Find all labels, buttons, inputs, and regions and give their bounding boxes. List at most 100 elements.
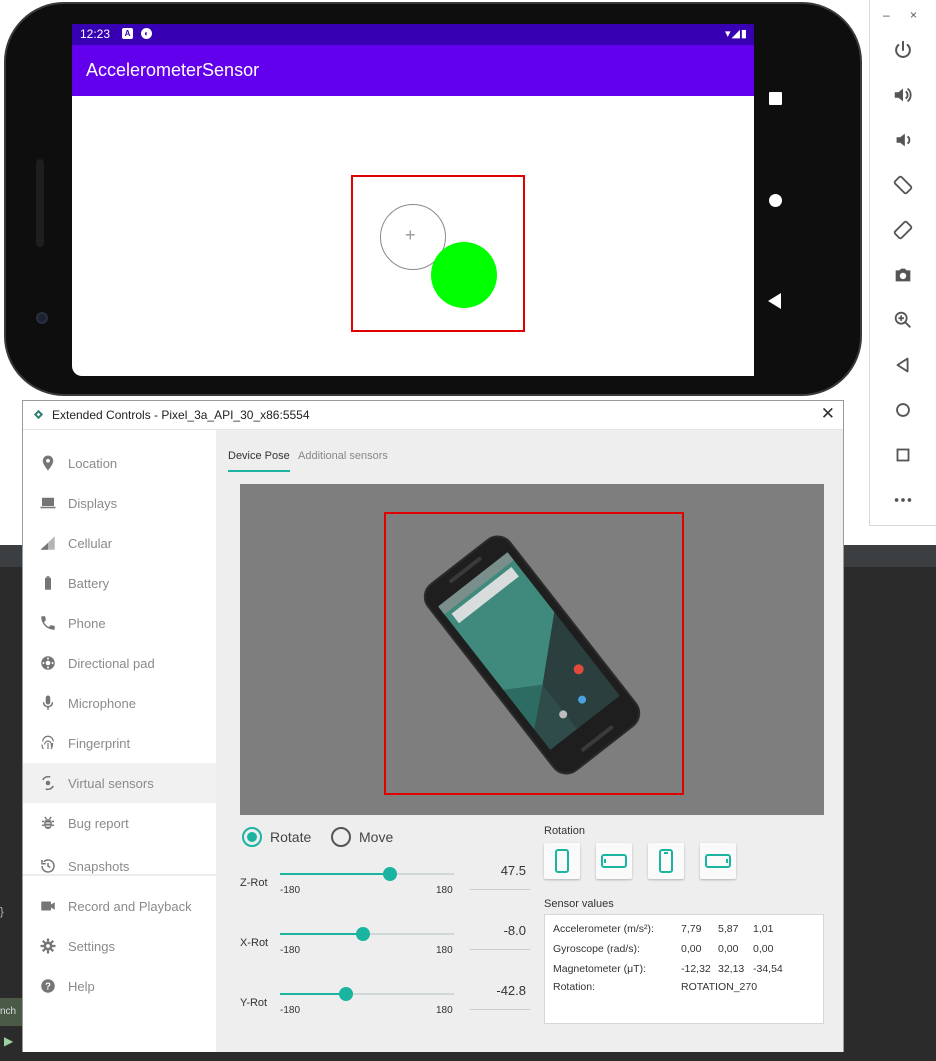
x-rot-slider-row: X-Rot -180 180 -8.0 [216,923,536,973]
x-rot-slider[interactable] [280,927,454,941]
help-icon: ? [38,976,58,996]
sensor-value: -34,54 [753,963,783,975]
app-title: AccelerometerSensor [86,60,260,80]
y-rot-value[interactable]: -42.8 [470,983,526,998]
zoom-icon[interactable] [888,305,918,335]
rotate-reverse-landscape-button[interactable] [700,843,736,879]
notification-icon: ◐ [141,28,152,39]
sidebar-item-label: Location [68,455,118,471]
tab-additional-sensors[interactable]: Additional sensors [298,450,388,462]
video-camera-icon [38,896,58,916]
window-title-bar: Extended Controls - Pixel_3a_API_30_x86:… [23,401,843,430]
overview-nav-button[interactable] [769,92,782,105]
sidebar-item-fingerprint[interactable]: Fingerprint [23,723,216,763]
sidebar-item-battery[interactable]: Battery [23,563,216,603]
overview-icon[interactable] [888,440,918,470]
sidebar-item-record-and-playback[interactable]: Record and Playback [23,886,216,926]
sensor-label: Gyroscope (rad/s): [553,943,640,955]
slider-thumb[interactable] [339,987,354,1001]
rotate-radio[interactable]: Rotate [242,827,311,847]
value-underline [470,889,530,890]
fingerprint-icon [38,733,58,753]
x-rot-value[interactable]: -8.0 [470,923,526,938]
bug-icon [38,813,58,833]
sidebar-item-virtual-sensors[interactable]: Virtual sensors [23,763,216,803]
sensor-value: 1,01 [753,923,774,935]
sidebar-item-label: Record and Playback [68,898,192,914]
tab-device-pose[interactable]: Device Pose [228,450,290,462]
sensors-icon [38,773,58,793]
ide-code-brace: } [0,906,4,918]
move-radio[interactable]: Move [331,827,393,847]
rotate-left-icon[interactable] [888,170,918,200]
sidebar-item-location[interactable]: Location [23,443,216,483]
z-rot-value[interactable]: 47.5 [470,863,526,878]
sensor-value: 0,00 [718,943,739,955]
rotate-landscape-button[interactable] [596,843,632,879]
sensor-values-title: Sensor values [544,898,614,910]
rotation-title: Rotation [544,825,585,837]
virtual-sensors-panel: Device Pose Additional sensors Rotate Mo… [216,430,843,1052]
reverse-landscape-icon [705,854,731,868]
display-icon [38,493,58,513]
rotate-right-icon[interactable] [888,215,918,245]
sensor-value: ROTATION_270 [681,981,758,993]
y-rot-slider[interactable] [280,987,454,1001]
sidebar-item-label: Fingerprint [68,735,131,751]
battery-icon [38,573,58,593]
home-icon[interactable] [888,395,918,425]
landscape-icon [601,854,627,868]
slider-label: Y-Rot [240,997,268,1009]
y-rot-slider-row: Y-Rot -180 180 -42.8 [216,983,536,1033]
sensor-value: 32,13 [718,963,745,975]
reverse-portrait-icon [659,849,673,873]
radio-unselected-icon [331,827,351,847]
slider-max-label: 180 [436,945,453,956]
microphone-icon [38,693,58,713]
z-rot-slider[interactable] [280,867,454,881]
speaker-slot [36,159,44,247]
volume-down-icon[interactable] [888,125,918,155]
highlight-box [384,512,684,795]
sidebar-item-label: Battery [68,575,110,591]
emulator-toolbar: – × [869,0,936,526]
rotate-reverse-portrait-button[interactable] [648,843,684,879]
device-pose-viewport[interactable] [240,484,824,815]
volume-up-icon[interactable] [888,80,918,110]
sidebar-item-directional-pad[interactable]: Directional pad [23,643,216,683]
sensor-label: Magnetometer (μT): [553,963,646,975]
front-camera [36,312,48,324]
sidebar-item-label: Cellular [68,535,113,551]
sidebar-item-phone[interactable]: Phone [23,603,216,643]
minimize-button[interactable]: – [883,8,890,22]
sidebar-item-settings[interactable]: Settings [23,926,216,966]
sidebar-item-cellular[interactable]: Cellular [23,523,216,563]
device-screen[interactable]: 12:23 A ◐ ▾◢▮ AccelerometerSensor + [72,24,754,376]
sidebar: Location Displays Cellular Battery Phone… [23,430,216,1052]
sidebar-item-snapshots[interactable]: Snapshots [23,846,216,886]
ide-launch-tab[interactable]: nch [0,998,22,1026]
camera-icon[interactable] [888,260,918,290]
more-icon[interactable] [888,485,918,515]
slider-min-label: -180 [280,1005,301,1016]
dpad-icon [38,653,58,673]
slider-thumb[interactable] [356,927,371,941]
power-icon[interactable] [888,35,918,65]
run-icon[interactable]: ▶ [4,1034,13,1048]
sidebar-item-microphone[interactable]: Microphone [23,683,216,723]
sidebar-item-bug-report[interactable]: Bug report [23,803,216,843]
window-close-button[interactable]: ✕ [821,404,835,424]
notification-icon: A [122,28,133,39]
close-button[interactable]: × [910,8,917,22]
slider-thumb[interactable] [382,867,397,881]
z-rot-slider-row: Z-Rot -180 180 47.5 [216,863,536,913]
move-label: Move [359,829,394,845]
emulator-logo-icon [33,409,44,420]
back-nav-button[interactable] [768,293,781,309]
back-icon[interactable] [888,350,918,380]
sidebar-item-displays[interactable]: Displays [23,483,216,523]
sidebar-item-help[interactable]: ? Help [23,966,216,1006]
home-nav-button[interactable] [769,194,782,207]
sensor-values-table: Accelerometer (m/s²): 7,79 5,87 1,01 Gyr… [544,914,824,1024]
rotate-portrait-button[interactable] [544,843,580,879]
